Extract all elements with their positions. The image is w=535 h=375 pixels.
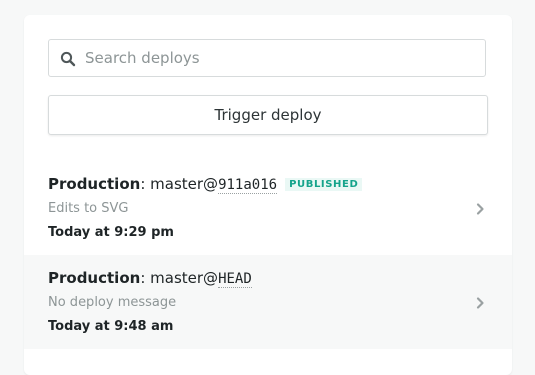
search-box[interactable] xyxy=(48,39,486,77)
deploy-context: Production xyxy=(48,175,141,193)
deploy-message: Edits to SVG xyxy=(48,201,129,216)
trigger-deploy-label: Trigger deploy xyxy=(214,106,322,124)
chevron-right-icon xyxy=(474,201,486,215)
deploy-list-item[interactable]: Production: master@HEAD No deploy messag… xyxy=(24,255,512,349)
search-icon xyxy=(60,51,76,67)
chevron-right-icon xyxy=(474,295,486,309)
deploys-panel: Trigger deploy Production: master@911a01… xyxy=(24,15,512,375)
deploy-branch: master@ xyxy=(150,175,219,193)
deploy-ref: 911a016 xyxy=(218,177,278,194)
deploy-list-item[interactable]: Production: master@911a016 PUBLISHED Edit… xyxy=(24,161,512,255)
status-badge: PUBLISHED xyxy=(285,178,363,191)
trigger-deploy-button[interactable]: Trigger deploy xyxy=(48,95,488,135)
deploy-title: Production: master@HEAD xyxy=(48,269,252,288)
deploy-title-separator: : xyxy=(140,175,146,193)
deploy-time: Today at 9:29 pm xyxy=(48,225,174,240)
deploy-branch: master@ xyxy=(150,269,219,287)
deploy-context: Production xyxy=(48,269,141,287)
deploy-time: Today at 9:48 am xyxy=(48,319,174,334)
deploy-ref: HEAD xyxy=(218,271,252,288)
search-input[interactable] xyxy=(85,40,475,76)
deploy-message: No deploy message xyxy=(48,295,177,310)
deploy-title-separator: : xyxy=(140,269,146,287)
deploy-title: Production: master@911a016 PUBLISHED xyxy=(48,175,363,194)
